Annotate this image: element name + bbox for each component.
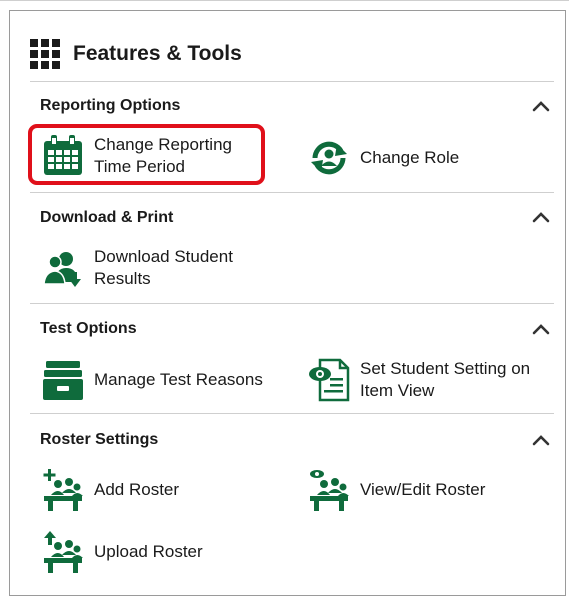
view-edit-roster-button[interactable]: View/Edit Roster: [306, 468, 485, 512]
panel-title: Features & Tools: [73, 42, 242, 65]
change-role-icon: [306, 138, 352, 178]
top-border: [0, 0, 569, 1]
change-role-button[interactable]: Change Role: [306, 138, 459, 178]
tool-label: Add Roster: [94, 480, 180, 499]
section-title-roster-settings: Roster Settings: [40, 431, 159, 448]
file-drawer-icon: [40, 358, 86, 402]
add-roster-icon: [40, 468, 86, 512]
view-settings-icon: [306, 358, 352, 402]
chevron-up-icon[interactable]: [532, 434, 550, 446]
chevron-up-icon[interactable]: [532, 100, 550, 112]
grid-icon: [30, 39, 60, 69]
section-title-download-print: Download & Print: [40, 209, 174, 226]
download-students-icon: [40, 246, 86, 290]
add-roster-button[interactable]: Add Roster: [40, 468, 179, 512]
divider: [30, 81, 554, 82]
panel-header: Features & Tools: [30, 36, 242, 72]
tool-label: Manage Test Reasons: [94, 370, 263, 389]
chevron-up-icon[interactable]: [532, 211, 550, 223]
tool-label: View/Edit Roster: [360, 480, 486, 499]
chevron-up-icon[interactable]: [532, 323, 550, 335]
highlight-box: [28, 124, 265, 185]
download-student-results-button[interactable]: Download Student Results: [40, 246, 260, 290]
section-title-reporting-options: Reporting Options: [40, 97, 181, 114]
divider: [30, 303, 554, 304]
section-title-test-options: Test Options: [40, 320, 137, 337]
tool-label: Download Student Results: [94, 247, 233, 288]
upload-roster-button[interactable]: Upload Roster: [40, 530, 203, 574]
view-roster-icon: [306, 468, 352, 512]
tool-label: Upload Roster: [94, 542, 203, 561]
upload-roster-icon: [40, 530, 86, 574]
set-student-setting-button[interactable]: Set Student Setting on Item View: [306, 358, 556, 402]
tool-label: Change Role: [360, 148, 460, 167]
divider: [30, 192, 554, 193]
manage-test-reasons-button[interactable]: Manage Test Reasons: [40, 358, 263, 402]
divider: [30, 413, 554, 414]
tool-label: Set Student Setting on Item View: [360, 359, 531, 400]
